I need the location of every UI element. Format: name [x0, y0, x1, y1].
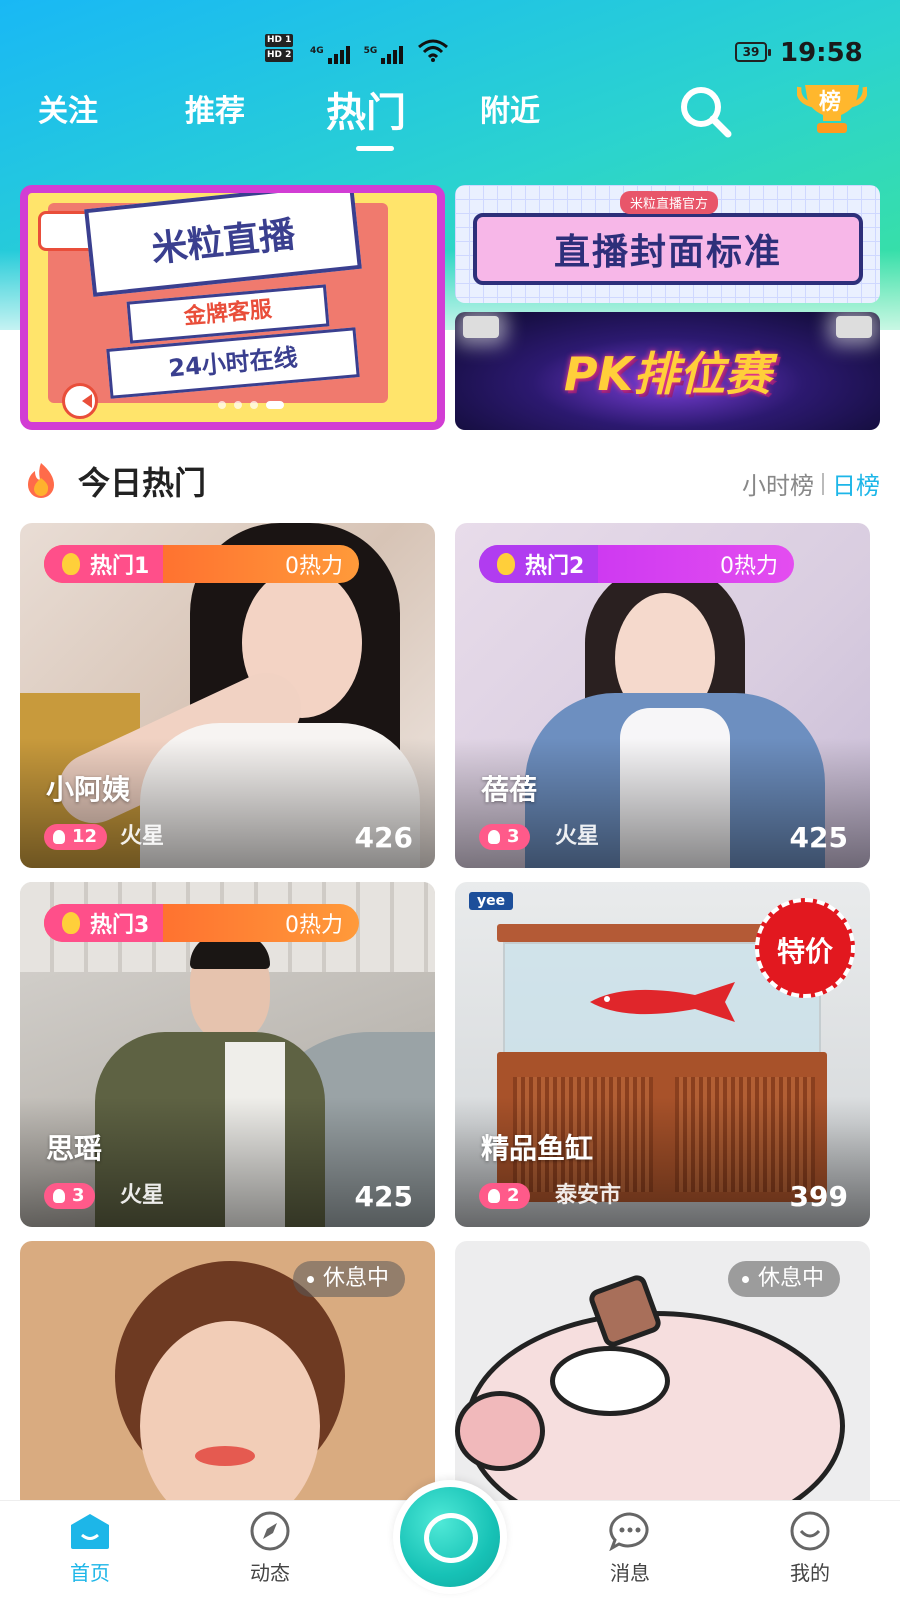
tab-hot[interactable]: 热门 — [326, 80, 406, 138]
banner-pk-title: PK排位赛 — [563, 347, 772, 401]
hot-rank-label: 热门1 — [44, 545, 164, 583]
network-indicator: HD 1 HD 2 — [265, 34, 294, 64]
home-icon — [71, 1514, 109, 1549]
signal-group: 4G 5G — [310, 38, 449, 64]
section-header: 今日热门 小时榜 日榜 — [20, 456, 880, 506]
toggle-divider — [822, 472, 824, 495]
level-badge: 3 — [44, 1183, 95, 1209]
clock: 19:58 — [780, 38, 863, 68]
product-name: 精品鱼缸 — [481, 1132, 594, 1165]
compass-icon — [250, 1511, 290, 1551]
nav-moments[interactable]: 动态 — [225, 1511, 315, 1586]
level-badge: 3 — [479, 824, 530, 850]
nav-home-label: 首页 — [70, 1561, 110, 1585]
nav-messages-label: 消息 — [610, 1561, 650, 1585]
brand-logo: yee — [469, 892, 514, 910]
top-tabs: 关注 推荐 热门 附近 — [0, 86, 900, 146]
heat-value: 0热力 — [720, 554, 778, 579]
sale-stamp: 特价 — [755, 898, 855, 998]
signal-5g-icon: 5G — [364, 46, 404, 64]
nav-profile-label: 我的 — [790, 1561, 830, 1585]
viewer-count: 426 — [354, 821, 413, 854]
tab-follow[interactable]: 关注 — [38, 86, 98, 130]
product-card[interactable]: yee 特价 精品鱼缸 2 泰安市 399 — [455, 882, 870, 1227]
live-card[interactable]: 休息中 — [20, 1241, 435, 1511]
banner-official-tag: 米粒直播官方 — [620, 191, 719, 214]
play-icon — [62, 383, 98, 419]
battery-icon: 39 — [735, 42, 771, 62]
hot-rank-badge: 热门1 0热力 — [44, 545, 359, 583]
signal-4g-icon: 4G — [310, 46, 350, 64]
pig-snout-icon — [455, 1391, 545, 1471]
streamer-name: 思瑶 — [46, 1132, 103, 1165]
level-badge: 2 — [479, 1183, 530, 1209]
hd2-label: HD 2 — [265, 49, 294, 62]
viewer-count: 425 — [789, 821, 848, 854]
location-label: 泰安市 — [555, 1183, 622, 1208]
location-label: 火星 — [555, 824, 600, 849]
viewer-count: 425 — [354, 1180, 413, 1213]
live-card[interactable]: 热门1 0热力 小阿姨 12 火星 426 — [20, 523, 435, 868]
carousel-dots — [218, 401, 284, 409]
start-live-button[interactable] — [393, 1480, 507, 1594]
rank-toggle: 小时榜 日榜 — [742, 466, 880, 501]
offline-status: 休息中 — [292, 1261, 405, 1297]
banner-cover-standard[interactable]: 直播封面标准 米粒直播官方 — [455, 185, 880, 303]
viewer-count: 399 — [789, 1180, 848, 1213]
streamer-name: 蓓蓓 — [481, 773, 538, 806]
banner-pk-ranking[interactable]: PK排位赛 — [455, 312, 880, 430]
live-card[interactable]: 热门3 0热力 思瑶 3 火星 425 — [20, 882, 435, 1227]
card-figure-lips — [195, 1446, 255, 1466]
live-camera-icon — [400, 1487, 500, 1587]
nav-profile[interactable]: 我的 — [765, 1511, 855, 1586]
pig-eye-icon — [550, 1346, 670, 1416]
hot-rank-label: 热门3 — [44, 904, 164, 942]
chat-bubble-icon — [609, 1512, 649, 1551]
status-bar: HD 1 HD 2 4G 5G 39 19:58 — [0, 30, 900, 80]
hd1-label: HD 1 — [265, 34, 294, 47]
toggle-daily[interactable]: 日榜 — [832, 466, 880, 501]
trophy-label: 榜 — [819, 90, 842, 115]
offline-status: 休息中 — [727, 1261, 840, 1297]
toggle-hourly[interactable]: 小时榜 — [742, 466, 814, 501]
smile-face-icon — [790, 1511, 830, 1551]
streamer-name: 小阿姨 — [46, 773, 131, 806]
live-card[interactable]: 热门2 0热力 蓓蓓 3 火星 425 — [455, 523, 870, 868]
wifi-icon — [417, 38, 449, 64]
flame-icon — [28, 463, 54, 498]
banner-cover-title: 直播封面标准 — [473, 213, 863, 285]
search-icon[interactable] — [676, 82, 736, 142]
trophy-icon[interactable]: 榜 — [796, 75, 868, 139]
live-card[interactable]: 休息中 — [455, 1241, 870, 1511]
hot-rank-badge: 热门2 0热力 — [479, 545, 794, 583]
arowana-fish-icon — [590, 982, 735, 1022]
tab-nearby[interactable]: 附近 — [480, 86, 540, 130]
nav-moments-label: 动态 — [250, 1561, 290, 1585]
hot-rank-label: 热门2 — [479, 545, 599, 583]
section-title: 今日热门 — [78, 464, 207, 502]
heat-value: 0热力 — [285, 554, 343, 579]
hot-rank-badge: 热门3 0热力 — [44, 904, 359, 942]
location-label: 火星 — [120, 824, 165, 849]
heat-value: 0热力 — [285, 913, 343, 938]
banner-customer-service[interactable]: 米粒直播 金牌客服 24小时在线 — [20, 185, 445, 430]
nav-home[interactable]: 首页 — [45, 1511, 135, 1586]
level-badge: 12 — [44, 824, 108, 850]
active-tab-indicator — [356, 146, 394, 151]
nav-messages[interactable]: 消息 — [585, 1511, 675, 1586]
location-label: 火星 — [120, 1183, 165, 1208]
tab-recommend[interactable]: 推荐 — [185, 86, 245, 130]
